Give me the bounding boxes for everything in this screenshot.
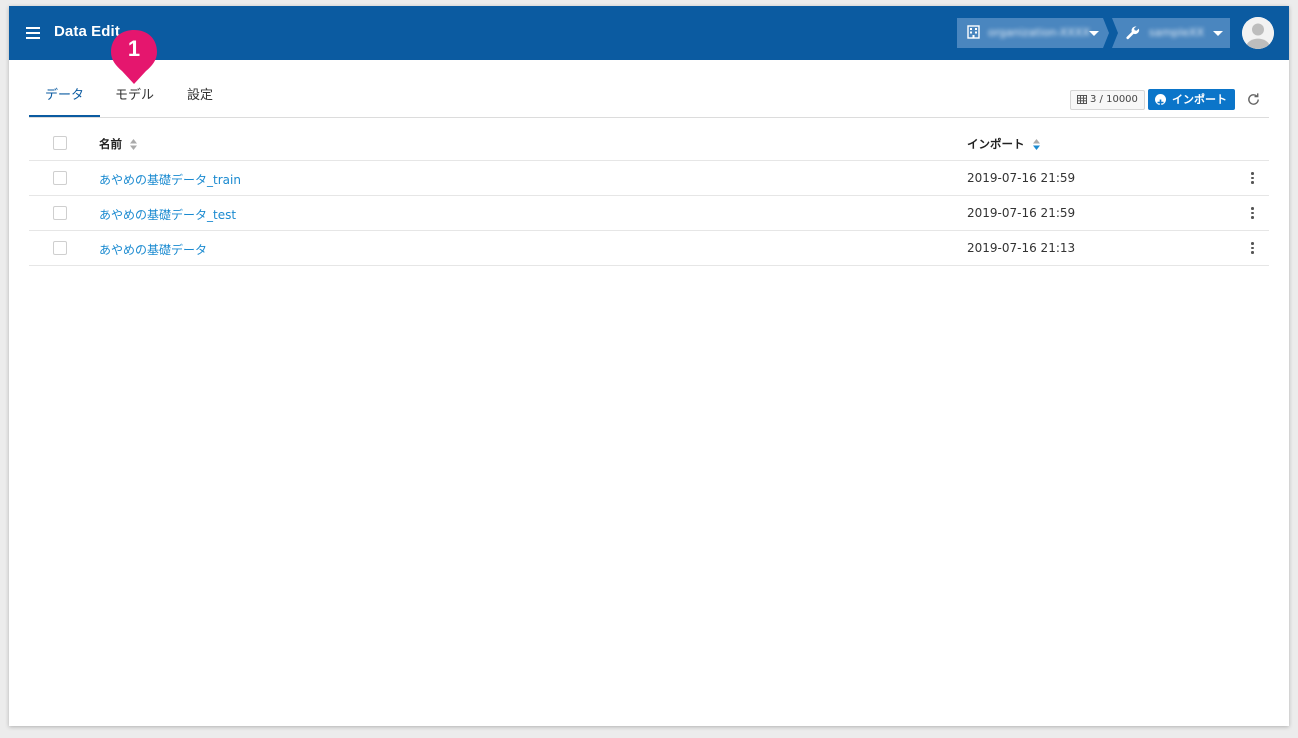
dataset-name-link[interactable]: あやめの基礎データ_train (99, 171, 241, 188)
row-divider (29, 230, 1269, 231)
column-header-name[interactable]: 名前 (99, 136, 138, 152)
column-header-import[interactable]: インポート (967, 136, 1040, 152)
app-window: Data Edit organization-XXXX sampleXX 1 デ… (9, 6, 1289, 726)
project-name: sampleXX (1149, 26, 1205, 39)
top-bar: Data Edit organization-XXXX sampleXX (9, 6, 1289, 60)
row-divider (29, 195, 1269, 196)
column-header-import-label: インポート (967, 137, 1025, 151)
tab-data[interactable]: データ (45, 84, 84, 103)
tab-settings[interactable]: 設定 (187, 84, 213, 103)
dataset-name-link[interactable]: あやめの基礎データ (99, 241, 207, 258)
tab-model[interactable]: モデル (115, 84, 154, 103)
header-divider (29, 160, 1269, 161)
import-button-label: インポート (1172, 93, 1227, 106)
user-avatar[interactable] (1242, 17, 1274, 49)
row-checkbox[interactable] (53, 206, 67, 220)
quota-text: 3 / 10000 (1090, 94, 1138, 105)
hamburger-menu-icon[interactable] (26, 27, 40, 39)
import-date: 2019-07-16 21:59 (967, 206, 1076, 220)
organization-name: organization-XXXX (988, 26, 1090, 39)
dataset-quota: 3 / 10000 (1070, 90, 1145, 110)
table-icon (1077, 95, 1087, 104)
building-icon (967, 25, 980, 39)
project-selector[interactable]: sampleXX (1112, 18, 1230, 48)
step-badge: 1 (110, 28, 158, 88)
more-vert-icon[interactable] (1251, 172, 1255, 186)
import-date: 2019-07-16 21:13 (967, 241, 1076, 255)
import-button[interactable]: インポート (1148, 89, 1235, 110)
user-icon (1242, 17, 1274, 49)
row-checkbox[interactable] (53, 171, 67, 185)
import-date: 2019-07-16 21:59 (967, 171, 1076, 185)
sort-icon (130, 139, 138, 150)
dataset-name-link[interactable]: あやめの基礎データ_test (99, 206, 236, 223)
sort-desc-icon (1032, 139, 1040, 150)
refresh-icon[interactable] (1246, 92, 1261, 107)
more-vert-icon[interactable] (1251, 242, 1255, 256)
row-checkbox[interactable] (53, 241, 67, 255)
wrench-icon (1126, 26, 1140, 40)
chevron-down-icon (1213, 31, 1223, 36)
organization-selector[interactable]: organization-XXXX (957, 18, 1109, 48)
row-divider (29, 265, 1269, 266)
tabs-divider (29, 117, 1269, 118)
chevron-down-icon (1089, 31, 1099, 36)
more-vert-icon[interactable] (1251, 207, 1255, 221)
select-all-checkbox[interactable] (53, 136, 67, 150)
plus-circle-icon (1155, 94, 1166, 106)
column-header-name-label: 名前 (99, 137, 122, 151)
step-number: 1 (127, 36, 141, 61)
